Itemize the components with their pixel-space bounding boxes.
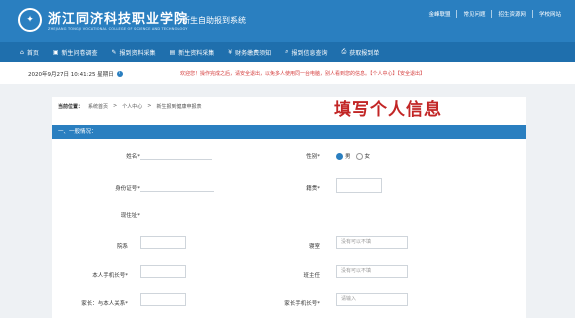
teacher-label: 班主任 <box>303 273 320 279</box>
teacher-input[interactable]: 没有可以不填 <box>336 265 408 278</box>
nav-home[interactable]: ⌂ 首页 <box>20 48 39 57</box>
main-panel: 当前位置： 系统首页 > 个人中心 > 新生报到健康申报表 填写个人信息 一、一… <box>52 97 526 318</box>
gender-radio-group: 男 女 <box>336 152 375 160</box>
name-label: 姓名* <box>126 154 140 160</box>
home-icon: ⌂ <box>20 48 24 56</box>
site-header: ✦ 浙江同济科技职业学院 ZHEJIANG TONGJI VOCATIONAL … <box>0 0 575 42</box>
school-name: 浙江同济科技职业学院 <box>48 12 189 27</box>
main-nav: ⌂ 首页 ▣ 新生问卷调查 ✎ 报到资料采集 ▤ 新生资料采集 ¥ 财务缴费须知 ⌕ 报到信… <box>0 42 575 62</box>
parent-field[interactable] <box>140 293 186 306</box>
id-label: 身份证号* <box>115 186 140 192</box>
overlay-title: 填写个人信息 <box>334 100 442 120</box>
gender-male-radio[interactable] <box>336 152 343 160</box>
nation-label: 籍贯* <box>306 186 320 192</box>
breadcrumb-personal[interactable]: 个人中心 <box>122 103 142 110</box>
top-link-faq[interactable]: 常见问题 <box>456 10 491 18</box>
breadcrumb-home[interactable]: 系统首页 <box>88 103 108 110</box>
logout-link[interactable]: 【安全退出】 <box>398 71 426 77</box>
nav-student-collect[interactable]: ▤ 新生资料采集 <box>170 48 215 57</box>
dept-field[interactable] <box>140 236 186 249</box>
print-icon: ⎙ <box>341 48 347 55</box>
id-field[interactable] <box>140 179 214 192</box>
nav-finance[interactable]: ¥ 财务缴费须知 <box>228 48 271 57</box>
school-logo-icon: ✦ <box>18 8 42 32</box>
dept-label: 院系 <box>116 244 128 250</box>
phone-label: 本人手机长号* <box>92 273 128 279</box>
status-bar: 2020年9月27日 10:41:25 星期日 i 欢迎您！操作完成之后，请安全退… <box>0 62 575 84</box>
personal-center-link[interactable]: 【个人中心】 <box>370 71 398 77</box>
nav-report-collect[interactable]: ✎ 报到资料采集 <box>112 48 156 57</box>
top-link-alliance[interactable]: 金峰联盟 <box>422 10 456 18</box>
welcome-message: 欢迎您！操作完成之后，请安全退出，以免多人使用同一台电脑，别人看到您的信息。【个… <box>180 71 426 77</box>
yuan-icon: ¥ <box>228 48 233 56</box>
parent-label: 家长：与本人关系* <box>81 301 128 307</box>
nav-get-form[interactable]: ⎙ 获取报到单 <box>341 48 379 57</box>
nation-field[interactable] <box>336 178 382 193</box>
school-subtitle: ZHEJIANG TONGJI VOCATIONAL COLLEGE OF SC… <box>48 27 188 31</box>
dorm-input[interactable]: 没有可以不填 <box>336 236 408 249</box>
address-label: 现住址* <box>120 213 140 219</box>
edit-icon: ✎ <box>111 48 117 56</box>
top-link-school-site[interactable]: 学校网站 <box>531 10 567 18</box>
top-links: 金峰联盟 常见问题 招生资源网 学校网站 <box>422 10 567 18</box>
section-header: 一、一般情况： <box>52 125 526 139</box>
nav-survey[interactable]: ▣ 新生问卷调查 <box>53 48 98 57</box>
system-title: 新生自助报到系统 <box>182 16 246 25</box>
parent-phone-input[interactable]: 请输入 <box>336 293 408 306</box>
list-icon: ▤ <box>169 48 176 56</box>
datetime: 2020年9月27日 10:41:25 星期日 i <box>28 70 123 78</box>
top-link-admission[interactable]: 招生资源网 <box>491 10 532 18</box>
parent-phone-label: 家长手机长号* <box>284 301 320 307</box>
name-field[interactable] <box>140 147 212 160</box>
dorm-label: 寝室 <box>308 244 320 250</box>
breadcrumb: 当前位置： 系统首页 > 个人中心 > 新生报到健康申报表 <box>58 103 202 110</box>
gender-female-radio[interactable] <box>355 152 363 160</box>
search-icon: ⌕ <box>285 48 289 55</box>
breadcrumb-current: 新生报到健康申报表 <box>156 104 202 110</box>
nav-query[interactable]: ⌕ 报到信息查询 <box>285 48 327 57</box>
survey-icon: ▣ <box>52 48 59 56</box>
gender-label: 性别* <box>306 154 320 160</box>
phone-field[interactable] <box>140 265 186 278</box>
info-icon[interactable]: i <box>116 71 123 77</box>
